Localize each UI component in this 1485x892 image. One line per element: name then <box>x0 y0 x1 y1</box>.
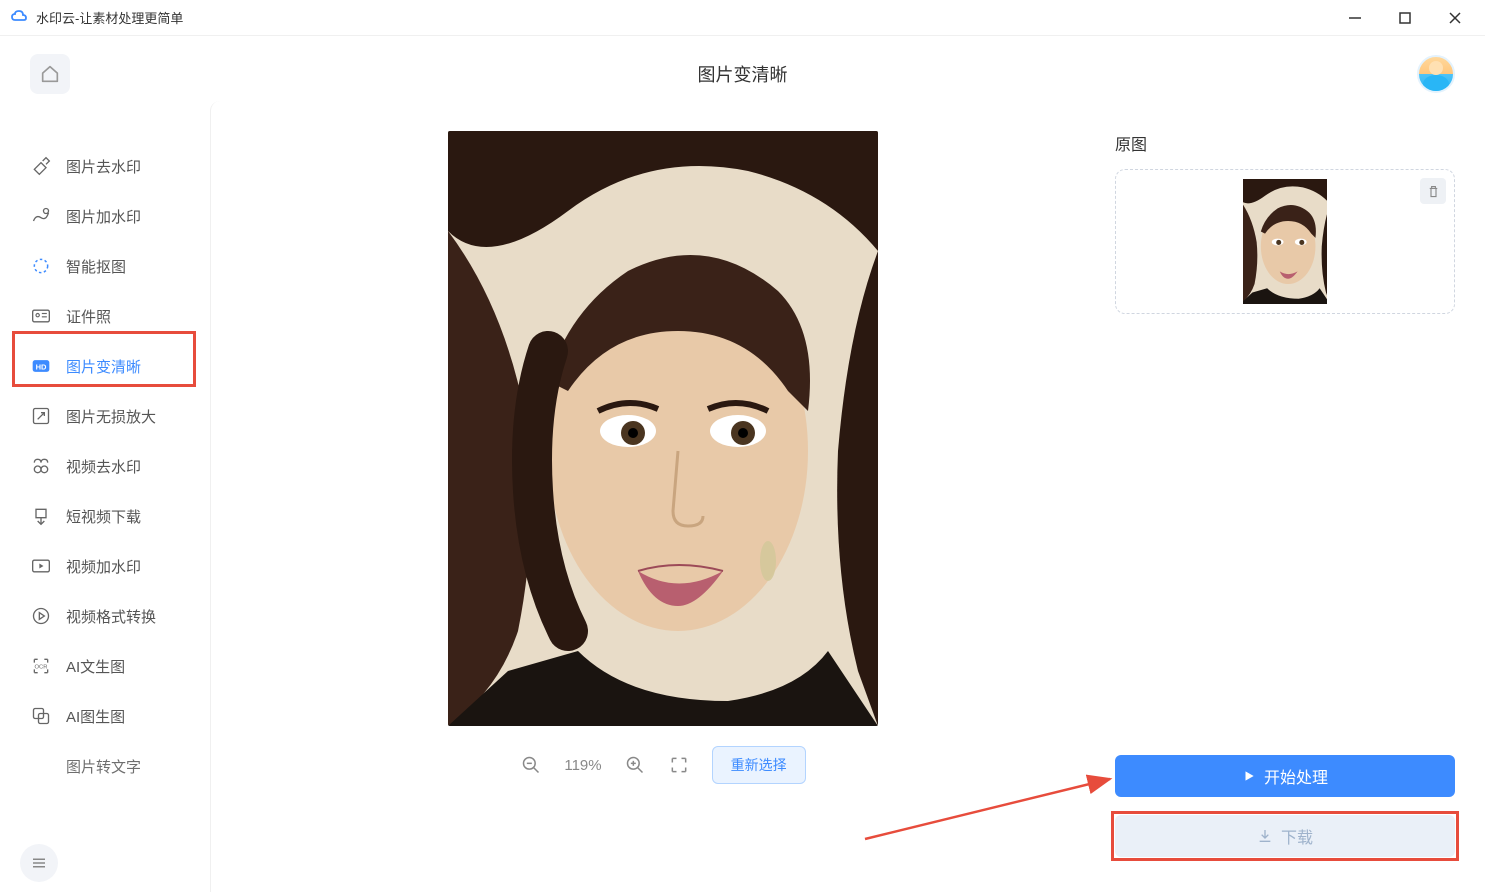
sidebar-item-label: 证件照 <box>66 306 111 327</box>
sidebar-item-label: AI文生图 <box>66 656 125 677</box>
svg-text:HD: HD <box>36 362 47 371</box>
sidebar-item-label: 图片无损放大 <box>66 406 156 427</box>
zoom-out-button[interactable] <box>520 754 542 776</box>
sidebar-item-video-format-convert[interactable]: 视频格式转换 <box>10 591 200 641</box>
video-eraser-icon <box>30 455 52 477</box>
home-button[interactable] <box>30 54 70 94</box>
sidebar-item-label: 图片转文字 <box>66 756 141 777</box>
user-avatar[interactable] <box>1417 55 1455 93</box>
sidebar-item-image-to-text[interactable]: 图片转文字 <box>10 741 200 791</box>
reselect-button[interactable]: 重新选择 <box>712 746 806 784</box>
sidebar-item-smart-cutout[interactable]: 智能抠图 <box>10 241 200 291</box>
download-button[interactable]: 下载 <box>1115 815 1455 857</box>
sidebar-item-ai-text-to-image[interactable]: OCR AI文生图 <box>10 641 200 691</box>
start-button-label: 开始处理 <box>1264 764 1328 788</box>
sidebar-item-label: 智能抠图 <box>66 256 126 277</box>
page-header: 图片变清晰 <box>0 36 1485 111</box>
sidebar-item-label: 短视频下载 <box>66 506 141 527</box>
zoom-value: 119% <box>564 757 601 774</box>
preview-area: 119% 重新选择 <box>241 121 1085 892</box>
preview-toolbar: 119% 重新选择 <box>520 746 805 799</box>
sidebar-item-label: 视频去水印 <box>66 456 141 477</box>
page-title: 图片变清晰 <box>698 61 788 87</box>
window-controls <box>1345 11 1475 25</box>
sidebar-item-label: 图片变清晰 <box>66 356 141 377</box>
sidebar-item-add-video-watermark[interactable]: 视频加水印 <box>10 541 200 591</box>
right-actions: 开始处理 下载 <box>1115 755 1455 892</box>
download-button-label: 下载 <box>1281 824 1313 848</box>
sidebar-item-label: AI图生图 <box>66 706 125 727</box>
sidebar-item-label: 图片去水印 <box>66 156 141 177</box>
maximize-button[interactable] <box>1395 11 1415 25</box>
convert-icon <box>30 605 52 627</box>
sidebar-item-label: 图片加水印 <box>66 206 141 227</box>
upscale-icon <box>30 405 52 427</box>
eraser-icon <box>30 155 52 177</box>
thumbnail-box <box>1115 169 1455 314</box>
sidebar-item-image-upscale[interactable]: 图片无损放大 <box>10 391 200 441</box>
right-panel: 原图 <box>1115 121 1455 892</box>
watermark-add-icon <box>30 205 52 227</box>
ai-image-icon <box>30 705 52 727</box>
sidebar-item-add-image-watermark[interactable]: 图片加水印 <box>10 191 200 241</box>
delete-thumbnail-button[interactable] <box>1420 178 1446 204</box>
cutout-icon <box>30 255 52 277</box>
video-watermark-icon <box>30 555 52 577</box>
sidebar-item-id-photo[interactable]: 证件照 <box>10 291 200 341</box>
sidebar-item-image-enhance[interactable]: HD 图片变清晰 <box>10 341 200 391</box>
preview-image <box>448 131 878 726</box>
start-process-button[interactable]: 开始处理 <box>1115 755 1455 797</box>
app-title: 水印云-让素材处理更简单 <box>36 8 183 27</box>
original-label: 原图 <box>1115 131 1455 155</box>
sidebar-item-remove-video-watermark[interactable]: 视频去水印 <box>10 441 200 491</box>
thumbnail-image[interactable] <box>1243 179 1327 304</box>
svg-text:OCR: OCR <box>35 665 48 671</box>
id-card-icon <box>30 305 52 327</box>
app-logo-icon <box>10 8 30 28</box>
play-icon <box>1242 769 1256 783</box>
workspace: 图片去水印 图片加水印 智能抠图 证件照 HD 图片变清晰 图片无损放大 视频去… <box>0 111 1485 892</box>
fullscreen-button[interactable] <box>668 754 690 776</box>
sidebar-item-label: 视频加水印 <box>66 556 141 577</box>
zoom-in-button[interactable] <box>624 754 646 776</box>
ai-text-icon: OCR <box>30 655 52 677</box>
title-bar: 水印云-让素材处理更简单 <box>0 0 1485 36</box>
sidebar-item-ai-image-to-image[interactable]: AI图生图 <box>10 691 200 741</box>
close-button[interactable] <box>1445 11 1465 25</box>
hd-icon: HD <box>30 355 52 377</box>
sidebar: 图片去水印 图片加水印 智能抠图 证件照 HD 图片变清晰 图片无损放大 视频去… <box>0 111 210 892</box>
sidebar-item-label: 视频格式转换 <box>66 606 156 627</box>
minimize-button[interactable] <box>1345 11 1365 25</box>
download-video-icon <box>30 505 52 527</box>
sidebar-item-short-video-download[interactable]: 短视频下载 <box>10 491 200 541</box>
sidebar-collapse-button[interactable] <box>20 844 58 882</box>
sidebar-item-remove-image-watermark[interactable]: 图片去水印 <box>10 141 200 191</box>
download-icon <box>1257 828 1273 844</box>
main-area: 119% 重新选择 原图 <box>210 101 1485 892</box>
